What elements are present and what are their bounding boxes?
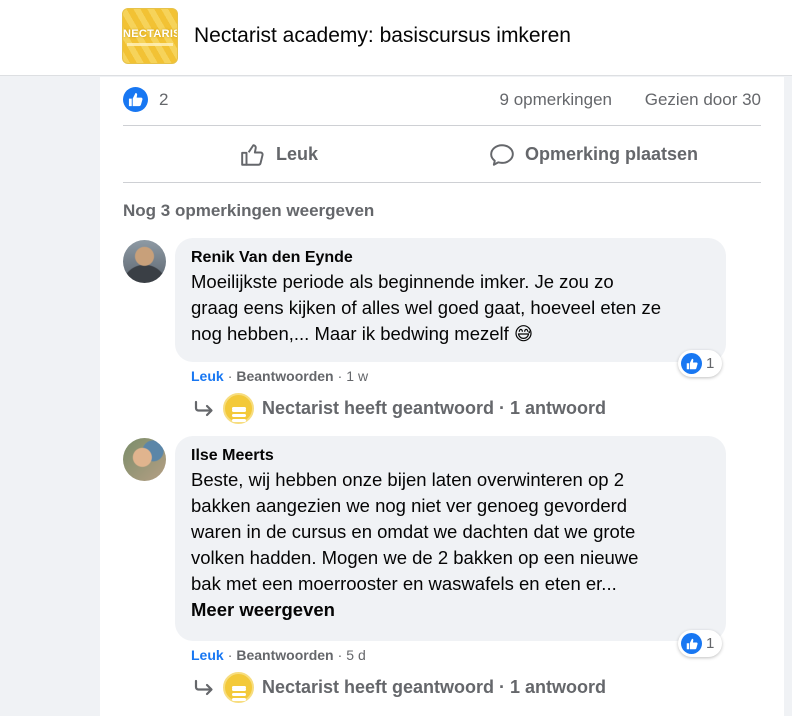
nectarist-avatar <box>223 672 254 703</box>
post-stats: 2 9 opmerkingen Gezien door 30 <box>123 77 761 126</box>
separator-dot: · <box>227 368 233 384</box>
view-replies-link[interactable]: Nectarist heeft geantwoord · 1 antwoord <box>193 672 606 703</box>
avatar[interactable] <box>123 240 166 283</box>
replies-summary: Nectarist heeft geantwoord · 1 antwoord <box>262 677 607 697</box>
comment-meta: Leuk · Beantwoorden · 5 d <box>191 647 366 663</box>
comment-like-link[interactable]: Leuk <box>191 368 224 384</box>
comment-reaction-count[interactable]: 1 <box>678 630 722 657</box>
group-title[interactable]: Nectarist academy: basiscursus imkeren <box>194 24 571 48</box>
reaction-count: 1 <box>706 355 715 372</box>
comment-author[interactable]: Ilse Meerts <box>191 445 710 467</box>
like-reaction-icon <box>681 353 702 374</box>
separator-dot: · <box>227 647 233 663</box>
see-more-link[interactable]: Meer weergeven <box>191 597 710 623</box>
thumbs-up-icon <box>241 143 264 166</box>
comment-text-line: volken hadden. Mogen we de 2 bakken op e… <box>191 547 639 568</box>
separator-dot: · <box>337 368 343 384</box>
group-logo[interactable]: NECTARIST <box>122 8 178 64</box>
comment-button-label: Opmerking plaatsen <box>525 144 699 164</box>
comment-reply-link[interactable]: Beantwoorden <box>236 647 333 663</box>
comment-text-line: graag eens kijken of alles wel goed gaat… <box>191 297 662 318</box>
comment-meta: Leuk · Beantwoorden · 1 w <box>191 368 368 384</box>
comment-text-line: Beste, wij hebben onze bijen laten overw… <box>191 469 624 490</box>
reply-arrow-icon <box>194 679 213 695</box>
view-replies-link[interactable]: Nectarist heeft geantwoord · 1 antwoord <box>193 393 606 424</box>
comment-text-line: bak met een moerrooster en waswafels en … <box>191 573 617 594</box>
comment-bubble: Renik Van den Eynde Moeilijkste periode … <box>175 238 726 362</box>
group-header: NECTARIST Nectarist academy: basiscursus… <box>0 0 792 76</box>
nectarist-avatar <box>223 393 254 424</box>
comment-text-line: bakken aangezien we nog niet ver genoeg … <box>191 495 628 516</box>
replies-summary: Nectarist heeft geantwoord · 1 antwoord <box>262 398 607 418</box>
comment-icon <box>490 143 514 166</box>
seen-by-count[interactable]: Gezien door 30 <box>645 90 761 110</box>
comment-text-line: nog hebben,... Maar ik bedwing mezelf 😅 <box>191 323 534 344</box>
avatar[interactable] <box>123 438 166 481</box>
comment-author[interactable]: Renik Van den Eynde <box>191 247 710 269</box>
reply-arrow-icon <box>194 400 213 416</box>
view-more-comments-link[interactable]: Nog 3 opmerkingen weergeven <box>123 201 374 221</box>
comment-timestamp[interactable]: 1 w <box>346 368 368 384</box>
separator-dot: · <box>337 647 343 663</box>
post-card: 2 9 opmerkingen Gezien door 30 Leuk Opme… <box>100 77 784 716</box>
comment-like-link[interactable]: Leuk <box>191 647 224 663</box>
like-button-label: Leuk <box>276 144 319 164</box>
like-reaction-icon[interactable] <box>123 87 148 112</box>
logo-text: NECTARIST <box>123 28 177 40</box>
comment-reply-link[interactable]: Beantwoorden <box>236 368 333 384</box>
comment-text-line: Moeilijkste periode als beginnende imker… <box>191 271 614 292</box>
post-actions: Leuk Opmerking plaatsen <box>123 126 761 183</box>
comment-timestamp[interactable]: 5 d <box>346 647 365 663</box>
reaction-count: 1 <box>706 635 715 652</box>
comment-button[interactable]: Opmerking plaatsen <box>489 126 698 183</box>
like-button[interactable]: Leuk <box>240 126 318 183</box>
comment-reaction-count[interactable]: 1 <box>678 350 722 377</box>
like-reaction-icon <box>681 633 702 654</box>
like-count[interactable]: 2 <box>159 90 168 110</box>
comment-text-line: waren in de cursus en omdat we dachten d… <box>191 521 636 542</box>
comment-bubble: Ilse Meerts Beste, wij hebben onze bijen… <box>175 436 726 641</box>
logo-stripe <box>127 43 173 46</box>
comments-count[interactable]: 9 opmerkingen <box>500 90 612 110</box>
